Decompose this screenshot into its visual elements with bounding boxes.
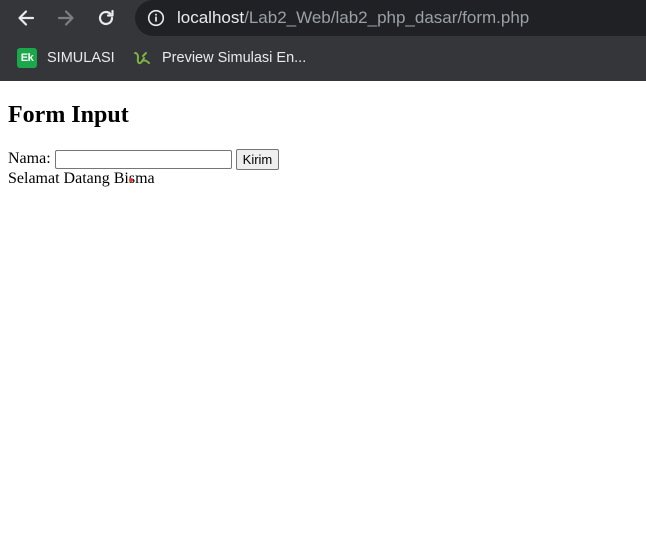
bookmark-preview-simulasi[interactable]: Preview Simulasi En... bbox=[132, 48, 306, 68]
browser-chrome: localhost/Lab2_Web/lab2_php_dasar/form.p… bbox=[0, 0, 646, 81]
info-icon[interactable] bbox=[147, 9, 165, 27]
ek-swirl-icon bbox=[132, 48, 152, 68]
arrow-left-icon bbox=[18, 10, 35, 26]
submit-button[interactable]: Kirim bbox=[235, 148, 280, 170]
bookmarks-bar: Ek SIMULASI Preview Simulasi En... bbox=[0, 36, 646, 81]
back-button[interactable] bbox=[13, 5, 39, 31]
input-form: Nama: Kirim bbox=[8, 148, 280, 170]
forward-button[interactable] bbox=[53, 5, 79, 31]
bookmark-label: SIMULASI bbox=[47, 50, 115, 66]
page-title: Form Input bbox=[8, 102, 129, 128]
url-host: localhost bbox=[177, 8, 245, 27]
bookmark-label: Preview Simulasi En... bbox=[162, 50, 307, 66]
ek-icon: Ek bbox=[17, 48, 37, 68]
url-text[interactable]: localhost/Lab2_Web/lab2_php_dasar/form.p… bbox=[177, 7, 529, 29]
cursor-indicator bbox=[129, 178, 133, 182]
reload-button[interactable] bbox=[93, 5, 119, 31]
navigation-bar: localhost/Lab2_Web/lab2_php_dasar/form.p… bbox=[0, 0, 646, 36]
url-path: /Lab2_Web/lab2_php_dasar/form.php bbox=[244, 8, 530, 27]
bookmark-simulasi[interactable]: Ek SIMULASI bbox=[17, 48, 115, 68]
reload-icon bbox=[98, 9, 114, 26]
name-input[interactable] bbox=[54, 149, 232, 169]
arrow-right-icon bbox=[57, 10, 74, 26]
name-label: Nama: bbox=[8, 150, 51, 167]
page-content: Form Input Nama: Kirim Selamat Datang Bi… bbox=[0, 81, 646, 558]
address-bar[interactable]: localhost/Lab2_Web/lab2_php_dasar/form.p… bbox=[135, 0, 646, 36]
